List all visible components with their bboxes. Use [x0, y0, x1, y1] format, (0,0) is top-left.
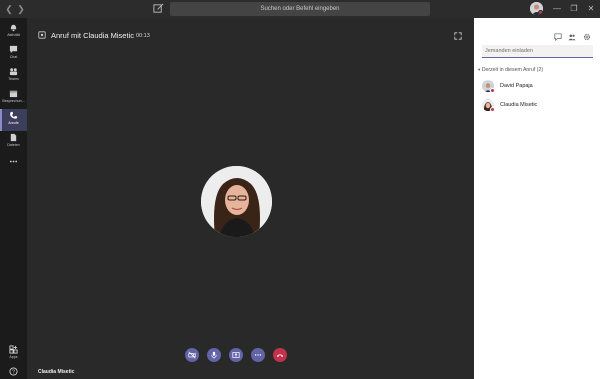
help-button[interactable]: ?	[0, 365, 27, 379]
rail-label: Chat	[9, 55, 18, 59]
title-bar: ❮ ❯ Suchen oder Befehl eingeben — ❐ ✕	[0, 0, 600, 18]
participant-item[interactable]: David Papaja	[482, 80, 592, 94]
bell-icon	[10, 24, 17, 32]
settings-icon[interactable]	[583, 33, 591, 41]
more-icon	[9, 160, 18, 163]
minimize-icon[interactable]: —	[552, 3, 562, 14]
rail-item-calls[interactable]: Anrufe	[0, 109, 27, 131]
video-off-icon	[188, 351, 196, 359]
user-avatar[interactable]	[530, 2, 543, 15]
more-button[interactable]	[251, 348, 265, 362]
call-duration: 00:13	[136, 33, 150, 39]
rail-label: Besprechun...	[2, 99, 25, 103]
rail-more-button[interactable]	[0, 155, 27, 169]
share-screen-icon	[232, 352, 240, 358]
rail-item-meetings[interactable]: Besprechun...	[0, 87, 27, 109]
rail-item-files[interactable]: Dateien	[0, 131, 27, 153]
back-arrow-icon[interactable]: ❮	[4, 3, 14, 15]
rail-label: Dateien	[7, 143, 20, 147]
rail-item-teams[interactable]: Teams	[0, 65, 27, 87]
teams-icon	[9, 68, 18, 76]
call-title: Anruf mit Claudia Misetic	[51, 31, 134, 40]
participants-panel: Jemanden einladen ▾ Derzeit in diesem An…	[474, 18, 600, 379]
rail-label: Apps	[9, 355, 18, 359]
participant-name: Claudia Misetic	[500, 102, 538, 108]
compose-icon[interactable]	[153, 3, 164, 14]
rail-label: Aktivität	[7, 33, 20, 37]
hangup-icon	[276, 354, 284, 357]
fullscreen-icon[interactable]	[454, 32, 462, 40]
teams-call-window: ❮ ❯ Suchen oder Befehl eingeben — ❐ ✕ Ak…	[0, 0, 600, 379]
share-button[interactable]	[229, 348, 243, 362]
close-icon[interactable]: ✕	[586, 3, 596, 14]
rail-label: Teams	[8, 77, 19, 81]
rail-label: Anrufe	[8, 121, 19, 125]
presence-busy-icon	[538, 10, 543, 15]
chat-icon	[9, 45, 18, 54]
microphone-icon	[211, 351, 217, 359]
caller-photo-icon	[201, 166, 272, 237]
hangup-button[interactable]	[273, 348, 287, 362]
call-header: Anruf mit Claudia Misetic 00:13	[27, 18, 474, 52]
file-icon	[10, 133, 17, 142]
muted-mic-icon	[490, 107, 495, 112]
app-rail: Aktivität Chat Teams Besprechun... Anruf…	[0, 18, 27, 379]
svg-text:?: ?	[12, 369, 15, 375]
call-stage: Anruf mit Claudia Misetic 00:13 Claudia …	[27, 18, 474, 379]
invite-input[interactable]: Jemanden einladen	[482, 45, 593, 58]
forward-arrow-icon[interactable]: ❯	[16, 3, 26, 15]
rail-item-apps[interactable]: Apps	[0, 343, 27, 365]
video-off-button[interactable]	[185, 348, 199, 362]
rail-item-chat[interactable]: Chat	[0, 43, 27, 65]
more-icon	[254, 354, 262, 356]
mic-button[interactable]	[207, 348, 221, 362]
search-input[interactable]: Suchen oder Befehl eingeben	[170, 2, 430, 16]
help-icon: ?	[9, 367, 18, 376]
participant-name: David Papaja	[500, 83, 533, 89]
maximize-icon[interactable]: ❐	[569, 3, 579, 14]
call-type-icon	[38, 31, 46, 39]
chat-icon[interactable]	[554, 33, 562, 41]
phone-icon	[10, 111, 18, 119]
chevron-down-icon: ▾	[478, 67, 481, 72]
participants-icon[interactable]	[568, 33, 576, 41]
apps-icon	[9, 345, 18, 354]
calendar-icon	[9, 90, 18, 98]
section-label: Derzeit in diesem Anruf (2)	[481, 67, 544, 73]
participant-item[interactable]: Claudia Misetic	[482, 99, 592, 113]
caller-name-label: Claudia Misetic	[38, 369, 75, 375]
participants-section-header[interactable]: ▾ Derzeit in diesem Anruf (2)	[478, 66, 543, 74]
caller-avatar	[201, 166, 272, 237]
muted-mic-icon	[490, 88, 495, 93]
rail-item-activity[interactable]: Aktivität	[0, 21, 27, 43]
